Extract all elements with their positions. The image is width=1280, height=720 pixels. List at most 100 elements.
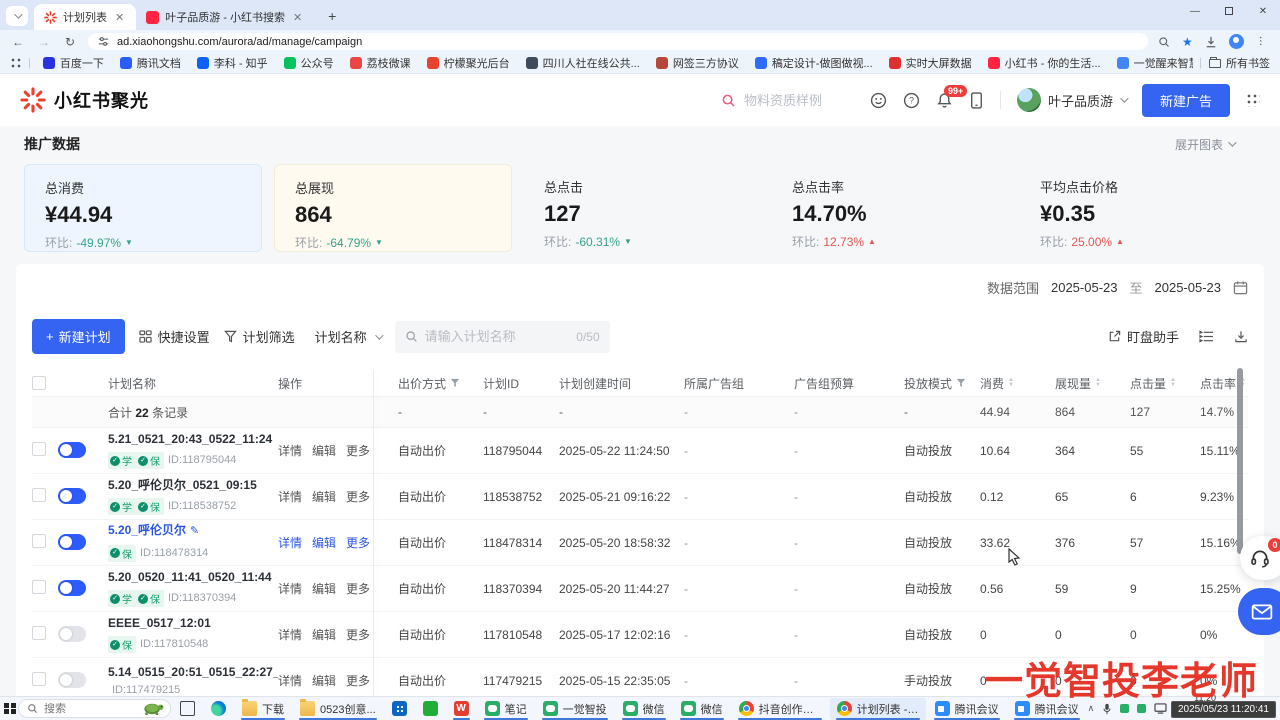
date-to[interactable]: 2025-05-23 (1155, 280, 1222, 295)
row-checkbox[interactable] (32, 580, 46, 594)
message-button[interactable] (1238, 588, 1280, 635)
taskbar-app[interactable]: 微信 (674, 698, 730, 720)
row-checkbox[interactable] (32, 672, 46, 686)
sort-icon[interactable]: ▲▼ (1095, 378, 1101, 388)
app-launcher-icon[interactable] (1246, 93, 1260, 107)
bookmark-item[interactable]: 稿定设计-做图做视... (749, 54, 879, 72)
monitor-assistant-button[interactable]: 盯盘助手 (1108, 327, 1179, 346)
row-checkbox[interactable] (32, 488, 46, 502)
bookmark-star-icon[interactable]: ★ (1182, 35, 1193, 49)
taskbar-app[interactable] (447, 698, 476, 720)
action-edit[interactable]: 编辑 (312, 626, 336, 643)
tab-close-icon[interactable]: ✕ (291, 11, 304, 24)
plan-name[interactable]: 5.20_呼伦贝尔 (108, 523, 186, 537)
row-status-toggle[interactable] (58, 488, 86, 504)
stat-card[interactable]: 总消费 ¥44.94 环比: -49.97% ▼ (24, 164, 262, 252)
browser-profile-avatar[interactable] (1229, 34, 1244, 49)
action-edit[interactable]: 编辑 (312, 488, 336, 505)
taskbar-app[interactable]: 0523创意... (293, 698, 383, 720)
action-more[interactable]: 更多 (346, 534, 370, 551)
row-checkbox[interactable] (32, 626, 46, 640)
new-tab-button[interactable]: + (322, 6, 342, 26)
action-edit[interactable]: 编辑 (312, 580, 336, 597)
edit-pencil-icon[interactable]: ✎ (190, 525, 199, 537)
plan-search-input[interactable] (425, 329, 570, 344)
taskbar-app[interactable]: 一觉智投 (536, 698, 614, 720)
table-column-header[interactable]: 操作 (278, 375, 398, 392)
row-status-toggle[interactable] (58, 672, 86, 688)
plan-search-box[interactable]: 0/50 (395, 321, 610, 353)
action-detail[interactable]: 详情 (278, 488, 302, 505)
help-icon[interactable]: ? (903, 92, 920, 109)
new-plan-button[interactable]: + 新建计划 (32, 319, 125, 354)
stat-card[interactable]: 总点击率 14.70% 环比: 12.73% ▲ (772, 164, 1008, 252)
expand-chart-toggle[interactable]: 展开图表 (1175, 136, 1234, 153)
action-detail[interactable]: 详情 (278, 672, 302, 689)
plan-name[interactable]: EEEE_0517_12:01 (108, 616, 211, 630)
site-settings-tune-icon[interactable] (98, 36, 109, 47)
wechat-tray-icon[interactable] (1120, 704, 1129, 713)
new-ad-button[interactable]: 新建广告 (1142, 84, 1230, 117)
date-range-picker[interactable]: 数据范围 2025-05-23 至 2025-05-23 (987, 278, 1248, 305)
table-column-header[interactable]: 出价方式 (398, 375, 483, 392)
reload-button[interactable]: ↻ (62, 35, 78, 49)
table-column-header[interactable]: 所属广告组 (684, 375, 794, 392)
quick-settings-button[interactable]: 快捷设置 (139, 327, 210, 346)
table-column-header[interactable]: 展现量 ▲▼ (1055, 375, 1130, 392)
bookmark-item[interactable]: 实时大屏数据 (883, 54, 978, 72)
table-column-header[interactable]: 点击量 ▲▼ (1130, 375, 1200, 392)
sort-icon[interactable]: ▲▼ (1170, 378, 1176, 388)
account-switcher[interactable]: 叶子品质游 (1017, 88, 1126, 112)
action-detail[interactable]: 详情 (278, 534, 302, 551)
mobile-device-icon[interactable] (969, 92, 984, 109)
taskbar-app[interactable]: 下载 (235, 698, 291, 720)
taskbar-search[interactable] (18, 699, 171, 718)
all-bookmarks[interactable]: | 所有书签 (1197, 55, 1270, 71)
filter-icon[interactable] (956, 378, 966, 388)
plan-name[interactable]: 5.21_0521_20:43_0522_11:24 (108, 432, 272, 446)
filter-icon[interactable] (450, 378, 460, 388)
row-status-toggle[interactable] (58, 534, 86, 550)
calendar-icon[interactable] (1233, 280, 1248, 295)
url-bar[interactable]: ad.xiaohongshu.com/aurora/ad/manage/camp… (88, 33, 1148, 50)
taskbar-app[interactable]: 计划列表 - ... (830, 698, 926, 720)
notification-bell-icon[interactable]: 99+ (936, 92, 953, 109)
bookmark-item[interactable]: 荔枝微课 (344, 54, 417, 72)
bookmark-item[interactable]: 小红书 - 你的生活... (982, 54, 1107, 72)
download-icon[interactable] (1205, 36, 1217, 48)
row-checkbox[interactable] (32, 442, 46, 456)
stat-card[interactable]: 总展现 864 环比: -64.79% ▼ (274, 164, 512, 252)
tab-close-icon[interactable]: ✕ (113, 11, 126, 24)
header-search[interactable] (721, 93, 854, 108)
zoom-page-icon[interactable] (1158, 36, 1170, 48)
table-column-header[interactable]: 投放模式 (904, 375, 980, 392)
action-more[interactable]: 更多 (346, 488, 370, 505)
table-column-header[interactable]: 计划名称 (108, 375, 278, 392)
action-more[interactable]: 更多 (346, 672, 370, 689)
table-column-header[interactable]: 计划创建时间 (559, 375, 684, 392)
table-column-header[interactable]: 计划ID (483, 375, 559, 392)
search-field-select[interactable]: 计划名称 (315, 327, 381, 346)
taskbar-app[interactable] (385, 698, 414, 720)
plan-name[interactable]: 5.20_呼伦贝尔_0521_09:15 (108, 478, 257, 492)
bookmark-item[interactable]: 腾讯文档 (114, 54, 187, 72)
wechat-tray-icon[interactable] (1137, 704, 1146, 713)
taskbar-app[interactable]: 抖音创作者... (732, 698, 828, 720)
feedback-smiley-icon[interactable] (870, 92, 887, 109)
stat-card[interactable]: 总点击 127 环比: -60.31% ▼ (524, 164, 760, 252)
apps-grid-icon[interactable] (10, 57, 22, 69)
logo[interactable]: 小红书聚光 (20, 87, 149, 113)
taskbar-search-input[interactable] (44, 703, 134, 715)
select-all-checkbox[interactable] (32, 376, 46, 390)
action-edit[interactable]: 编辑 (312, 534, 336, 551)
bookmark-item[interactable]: 李科 - 知乎 (191, 54, 274, 72)
back-button[interactable]: ← (10, 35, 26, 49)
table-column-header[interactable]: 广告组预算 (794, 375, 904, 392)
taskbar-app[interactable] (204, 698, 233, 720)
action-detail[interactable]: 详情 (278, 580, 302, 597)
action-more[interactable]: 更多 (346, 442, 370, 459)
plan-filter-button[interactable]: 计划筛选 (224, 327, 295, 346)
bookmark-item[interactable]: 四川人社在线公共... (520, 54, 646, 72)
bookmark-item[interactable]: 柠檬聚光后台 (421, 54, 516, 72)
taskbar-app[interactable]: 笔记 (478, 698, 534, 720)
